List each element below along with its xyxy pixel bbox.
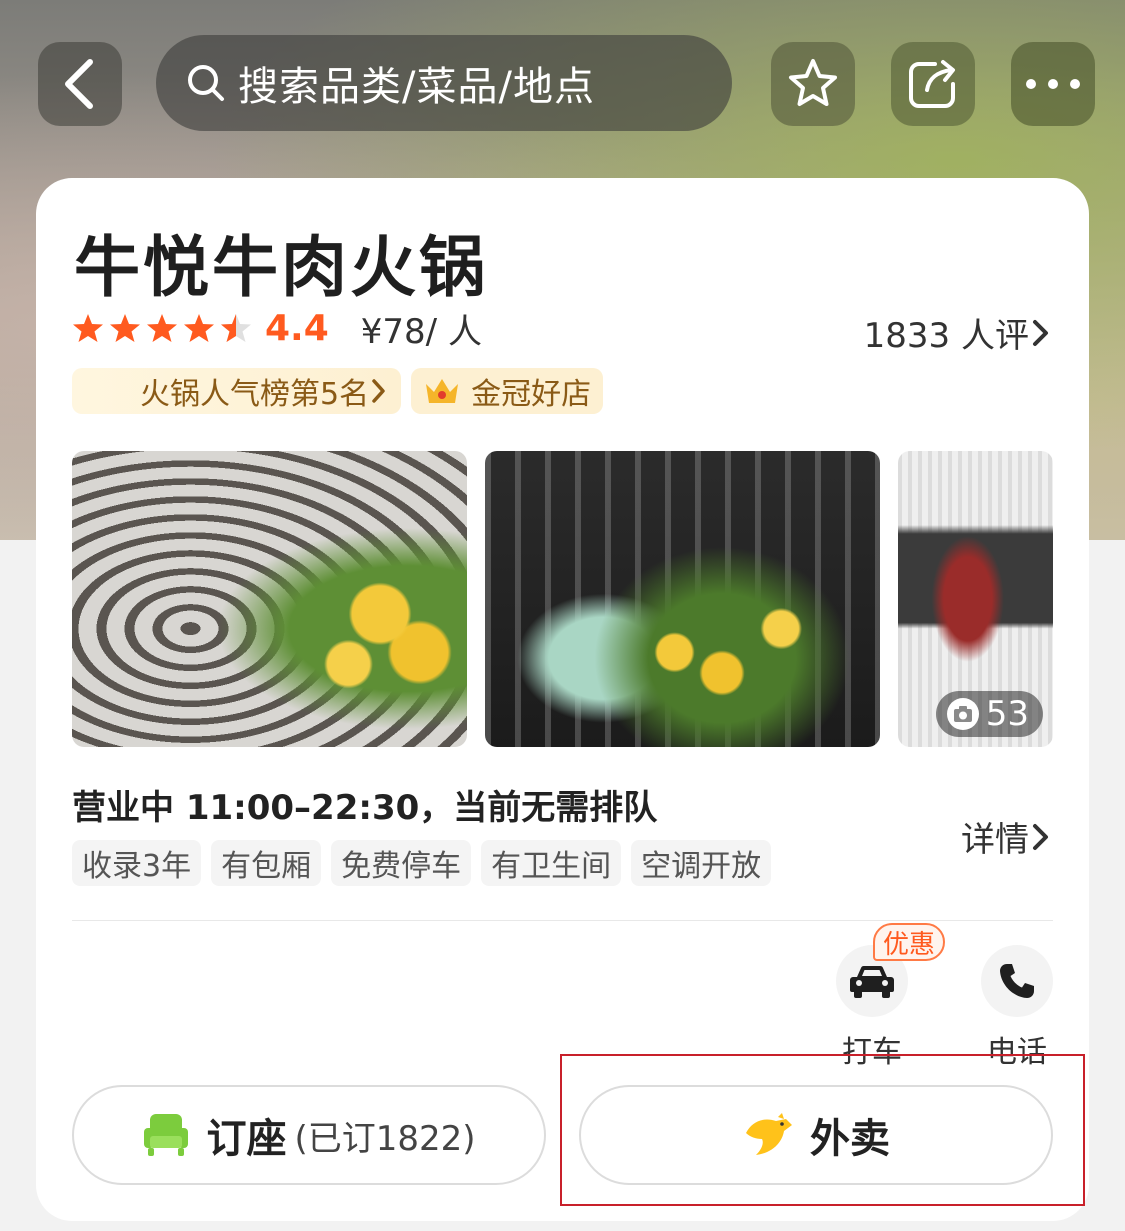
shop-card: 牛悦牛肉火锅 4.4 ¥78/ 人 1833 人评 火锅人气榜第5名 金冠好店: [36, 178, 1089, 1221]
takeout-label: 外卖: [810, 1116, 890, 1162]
more-icon: [1026, 79, 1080, 89]
facility-tag: 免费停车: [331, 840, 472, 886]
more-button[interactable]: [1011, 42, 1095, 126]
share-button[interactable]: [891, 42, 975, 126]
rating-star-icon: [110, 314, 140, 342]
gallery-photo[interactable]: [72, 451, 467, 747]
facility-tag: 收录3年: [72, 840, 202, 886]
rating-star-icon: [73, 314, 103, 342]
top-bar: 搜索品类/菜品/地点: [0, 0, 1125, 170]
rating-row: 4.4 ¥78/ 人: [72, 306, 482, 352]
back-icon: [65, 59, 93, 109]
reserve-count: (已订1822): [294, 1118, 476, 1159]
sofa-icon: [144, 1114, 189, 1156]
car-icon: [850, 965, 894, 998]
rating-score: 4.4: [265, 307, 329, 349]
gold-crown-badge-label: 金冠好店: [471, 377, 592, 412]
rating-star-icon: [184, 314, 214, 342]
chevron-right-icon: [1033, 823, 1048, 850]
star-icon: [789, 59, 837, 106]
facility-tag: 有包厢: [211, 840, 322, 886]
rank-badge-label: 火锅人气榜第5名: [140, 377, 370, 412]
rank-badge[interactable]: 火锅人气榜第5名: [72, 368, 402, 414]
reviews-link[interactable]: 1833 人评: [864, 308, 1053, 357]
photo-gallery[interactable]: 53: [72, 451, 1053, 747]
takeout-button[interactable]: 外卖: [579, 1085, 1053, 1185]
search-input[interactable]: 搜索品类/菜品/地点: [156, 35, 732, 131]
chevron-right-icon: [1033, 319, 1048, 346]
share-icon: [909, 60, 955, 108]
price-per-person: ¥78/ 人: [360, 311, 482, 352]
photo-count-badge: 53: [935, 691, 1043, 737]
reserve-seat-button[interactable]: 订座 (已订1822): [72, 1085, 546, 1185]
rating-star-icon: [147, 314, 177, 342]
taxi-label: 打车: [842, 1035, 902, 1070]
divider: [72, 920, 1053, 921]
facility-tags: 收录3年 有包厢 免费停车 有卫生间 空调开放: [72, 840, 781, 886]
phone-icon: [1000, 964, 1034, 998]
gold-crown-badge: 金冠好店: [411, 368, 604, 414]
chevron-right-icon: [372, 379, 385, 403]
crown-icon: [426, 379, 459, 403]
back-button[interactable]: [38, 42, 122, 126]
search-icon: [188, 65, 224, 101]
camera-icon: [946, 698, 979, 730]
business-hours: 营业中 11:00–22:30，当前无需排队: [72, 788, 658, 828]
phone-icon-circle: [981, 945, 1053, 1017]
gallery-photo[interactable]: [485, 451, 880, 747]
photo-count: 53: [985, 694, 1029, 734]
discount-badge: 优惠: [873, 923, 946, 961]
details-label: 详情: [961, 820, 1029, 860]
favorite-button[interactable]: [771, 42, 855, 126]
reviews-count: 1833 人评: [863, 316, 1029, 356]
rating-half-star-icon: [221, 314, 251, 342]
reserve-seat-label: 订座: [206, 1116, 287, 1162]
taxi-action[interactable]: 打车: [827, 945, 917, 1071]
badges: 火锅人气榜第5名 金冠好店: [72, 368, 613, 414]
gallery-photo[interactable]: 53: [898, 451, 1053, 747]
phone-action[interactable]: 电话: [972, 945, 1062, 1071]
details-link[interactable]: 详情: [961, 812, 1053, 861]
search-placeholder: 搜索品类/菜品/地点: [238, 64, 595, 110]
phone-label: 电话: [987, 1035, 1047, 1070]
facility-tag: 空调开放: [631, 840, 772, 886]
kangaroo-icon: [746, 1113, 792, 1155]
shop-name: 牛悦牛肉火锅: [74, 229, 488, 306]
facility-tag: 有卫生间: [481, 840, 622, 886]
